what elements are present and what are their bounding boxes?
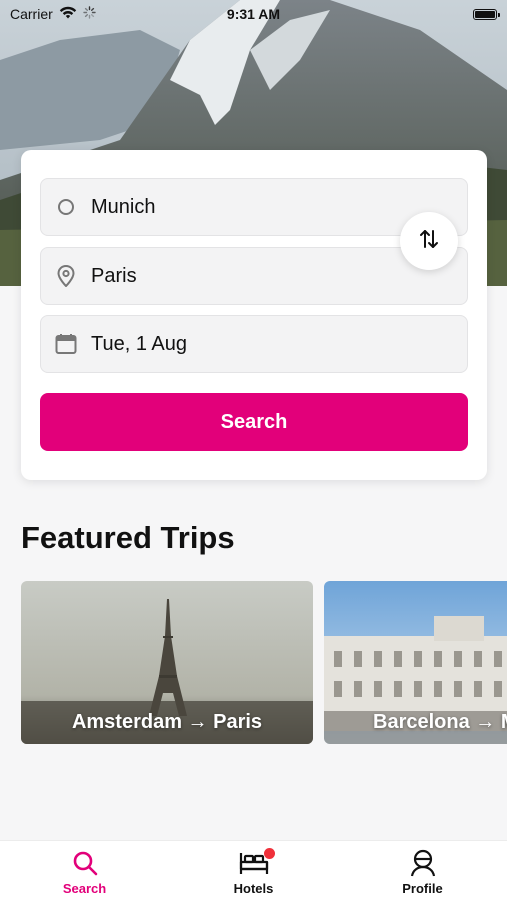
carrier-label: Carrier	[10, 6, 53, 22]
battery-icon	[473, 8, 500, 20]
tab-bar: Search Hotels Profile	[0, 840, 507, 900]
search-button[interactable]: Search	[40, 393, 468, 451]
destination-value: Paris	[91, 264, 137, 287]
calendar-icon	[55, 333, 77, 355]
tab-label: Hotels	[233, 881, 274, 896]
trip-label: Amsterdam → Paris	[71, 711, 263, 733]
origin-circle-icon	[55, 196, 77, 218]
date-value: Tue, 1 Aug	[91, 332, 187, 355]
app-screen: Carrier 9:31 AM Munich Paris Tue, 1 Aug …	[0, 0, 507, 900]
trip-card-amsterdam-paris[interactable]: Amsterdam → Paris	[21, 581, 313, 744]
trip-label: Barcelona → M	[373, 711, 507, 733]
tab-search[interactable]: Search	[0, 841, 169, 900]
origin-value: Munich	[91, 195, 156, 218]
swap-icon	[417, 227, 441, 256]
search-icon	[70, 849, 100, 877]
featured-trips-title: Featured Trips	[21, 520, 235, 555]
trip-card-barcelona[interactable]: Barcelona → M	[324, 581, 507, 744]
location-pin-icon	[55, 265, 77, 287]
loading-icon	[83, 6, 96, 22]
tab-hotels[interactable]: Hotels	[169, 841, 338, 900]
bed-icon	[239, 848, 275, 877]
date-field[interactable]: Tue, 1 Aug	[40, 315, 468, 373]
wifi-icon	[59, 6, 77, 22]
swap-button[interactable]	[400, 212, 458, 270]
tab-label: Profile	[402, 881, 443, 896]
search-card: Munich Paris Tue, 1 Aug Search	[21, 150, 487, 480]
status-bar: Carrier 9:31 AM	[0, 0, 507, 28]
hotels-badge	[263, 848, 275, 859]
tab-label: Search	[62, 881, 107, 896]
tab-profile[interactable]: Profile	[338, 841, 507, 900]
profile-icon	[408, 849, 438, 877]
